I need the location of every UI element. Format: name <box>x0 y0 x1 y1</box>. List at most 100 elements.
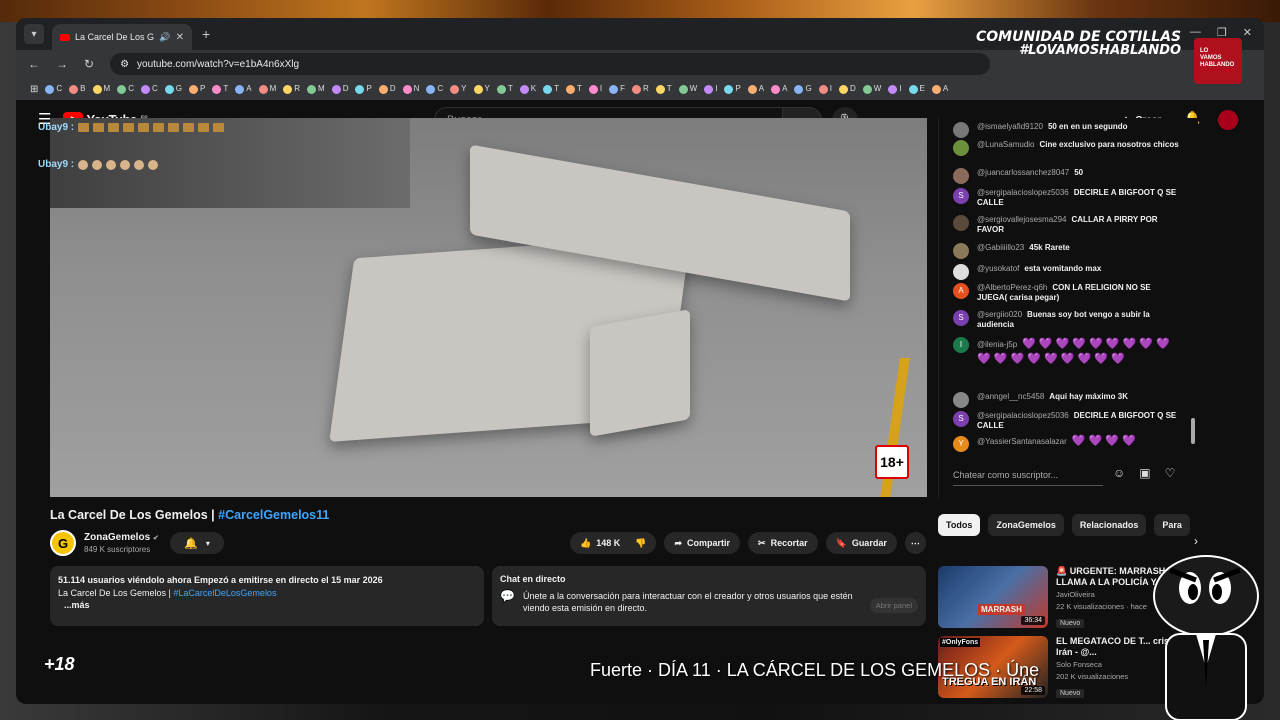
chat-avatar[interactable] <box>953 392 969 408</box>
chat-avatar[interactable]: S <box>953 188 969 204</box>
chat-avatar[interactable]: I <box>953 337 969 353</box>
bookmark-item[interactable]: C <box>45 84 62 94</box>
account-avatar[interactable] <box>1218 110 1238 130</box>
chat-username[interactable]: @anngel__nc5458 <box>977 392 1044 401</box>
video-player[interactable]: 18+ <box>50 118 927 497</box>
show-more-link[interactable]: ...más <box>64 599 476 612</box>
bookmark-item[interactable]: I <box>704 84 717 94</box>
bookmark-item[interactable]: A <box>771 84 787 94</box>
audio-icon[interactable]: 🔊 <box>159 32 170 43</box>
close-window-icon[interactable]: ✕ <box>1243 26 1252 39</box>
bookmark-item[interactable]: C <box>140 84 158 94</box>
chevron-right-icon[interactable]: › <box>1194 534 1198 548</box>
chat-avatar[interactable]: S <box>953 310 969 326</box>
bookmark-item[interactable]: P <box>724 84 741 94</box>
chat-avatar[interactable]: A <box>953 283 969 299</box>
active-tab[interactable]: La Carcel De Los Gemelos | 🔊 ✕ <box>52 24 192 50</box>
emoji-icon[interactable]: ☺ <box>1113 466 1125 480</box>
chat-username[interactable]: @yusokatof <box>977 264 1019 273</box>
chat-username[interactable]: @ismaelyafid9120 <box>977 122 1043 131</box>
chat-username[interactable]: @Gabiiiillo23 <box>977 243 1024 252</box>
close-tab-icon[interactable]: ✕ <box>176 32 184 43</box>
channel-name[interactable]: ZonaGemelos ✔ <box>84 532 159 543</box>
super-chat-icon[interactable]: ▣ <box>1139 466 1150 480</box>
filter-chip[interactable]: Para <box>1154 514 1190 536</box>
save-button[interactable]: 🔖 Guardar <box>825 532 897 554</box>
bookmark-item[interactable]: T <box>565 84 582 94</box>
chat-username[interactable]: @LunaSamudio <box>977 140 1035 149</box>
bookmark-item[interactable]: D <box>331 84 348 94</box>
bookmark-item[interactable]: I <box>818 84 832 94</box>
bookmark-item[interactable]: M <box>307 84 325 94</box>
tab-search-icon[interactable]: ▾ <box>24 24 44 44</box>
subscription-bell-button[interactable]: 🔔 ▾ <box>170 532 224 554</box>
bookmark-item[interactable]: R <box>283 84 300 94</box>
chat-username[interactable]: @YassierSantanasalazar <box>977 437 1067 446</box>
bookmark-item[interactable]: K <box>519 84 536 94</box>
bookmark-item[interactable]: I <box>888 84 902 94</box>
hashtag-link[interactable]: #CarcelGemelos11 <box>218 508 329 522</box>
bookmark-item[interactable]: G <box>794 84 812 94</box>
chat-avatar[interactable]: S <box>953 411 969 427</box>
chat-avatar[interactable] <box>953 243 969 259</box>
description-box[interactable]: 51.114 usuarios viéndolo ahora Empezó a … <box>50 566 484 626</box>
chat-username[interactable]: @sergipalacioslopez5036 <box>977 411 1069 420</box>
bookmark-item[interactable]: G <box>164 84 182 94</box>
forward-icon[interactable]: → <box>56 57 68 71</box>
bookmark-item[interactable]: B <box>69 84 86 94</box>
chat-avatar[interactable] <box>953 122 969 138</box>
chat-avatar[interactable] <box>953 215 969 231</box>
bookmark-item[interactable]: C <box>426 84 443 94</box>
bookmark-item[interactable]: C <box>117 84 134 94</box>
bookmark-item[interactable]: Y <box>450 84 467 94</box>
bookmark-item[interactable]: P <box>355 84 372 94</box>
more-actions-button[interactable]: ⋯ <box>904 532 926 554</box>
bookmark-item[interactable]: T <box>496 84 513 94</box>
url-field[interactable]: ⚙ youtube.com/watch?v=e1bA4n6xXlg <box>110 53 991 75</box>
bookmark-item[interactable]: T <box>212 84 228 94</box>
bookmark-item[interactable]: A <box>235 84 252 94</box>
bookmark-item[interactable]: T <box>655 84 672 94</box>
bookmark-item[interactable]: D <box>378 84 396 94</box>
share-button[interactable]: ➦ Compartir <box>664 532 741 554</box>
bookmark-item[interactable]: R <box>631 84 649 94</box>
chat-avatar[interactable] <box>953 168 969 184</box>
open-panel-button[interactable]: Abrir panel <box>869 598 918 613</box>
chat-username[interactable]: @sergiovallejosesma294 <box>977 215 1067 224</box>
chat-input[interactable]: Chatear como suscriptor... <box>953 464 1103 486</box>
bookmark-item[interactable]: M <box>258 84 276 94</box>
bookmark-item[interactable]: A <box>931 84 948 94</box>
filter-chip[interactable]: ZonaGemelos <box>988 514 1064 536</box>
bookmark-item[interactable]: T <box>543 84 559 94</box>
clip-button[interactable]: ✂ Recortar <box>748 532 818 554</box>
chat-username[interactable]: @sergiio020 <box>977 310 1022 319</box>
bookmark-item[interactable]: W <box>862 84 881 94</box>
chat-avatar[interactable]: Y <box>953 436 969 452</box>
bookmark-item[interactable]: E <box>908 84 925 94</box>
chat-avatar[interactable] <box>953 140 969 156</box>
heart-icon[interactable]: ♡ <box>1165 466 1176 480</box>
bookmark-item[interactable]: D <box>838 84 856 94</box>
channel-avatar[interactable]: G <box>50 530 76 556</box>
bookmark-item[interactable]: Y <box>473 84 490 94</box>
filter-chip[interactable]: Relacionados <box>1071 514 1147 536</box>
bookmark-item[interactable]: N <box>402 84 419 94</box>
like-button[interactable]: 👍 148 K 👎 <box>570 532 657 554</box>
chat-avatar[interactable] <box>953 264 969 280</box>
new-tab-icon[interactable]: + <box>202 26 210 42</box>
chat-username[interactable]: @ilenia-j5p <box>977 340 1017 349</box>
bookmark-item[interactable]: W <box>678 84 697 94</box>
bookmark-item[interactable]: A <box>747 84 764 94</box>
bookmark-item[interactable]: F <box>609 84 625 94</box>
chat-scrollbar[interactable] <box>1191 418 1195 444</box>
filter-chip[interactable]: Todos <box>938 514 981 536</box>
description-hashtag-link[interactable]: #LaCarcelDeLosGemelos <box>173 588 276 598</box>
chat-username[interactable]: @juancarlossanchez8047 <box>977 168 1069 177</box>
reload-icon[interactable]: ↻ <box>84 57 94 71</box>
back-icon[interactable]: ← <box>28 57 40 71</box>
thumbs-down-icon[interactable]: 👎 <box>635 538 646 549</box>
bookmark-item[interactable]: M <box>92 84 110 94</box>
site-info-icon[interactable]: ⚙ <box>120 59 129 70</box>
chat-username[interactable]: @AlbertoPerez-q6h <box>977 283 1047 292</box>
chat-username[interactable]: @sergipalacioslopez5036 <box>977 188 1069 197</box>
